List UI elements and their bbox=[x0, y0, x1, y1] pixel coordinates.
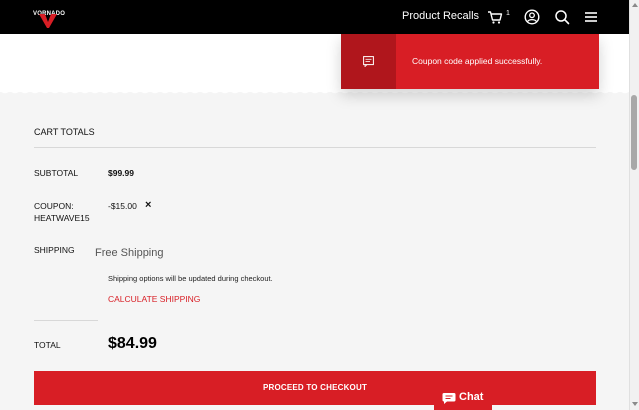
total-label: TOTAL bbox=[34, 340, 61, 350]
site-header: VORNADO Product Recalls 1 bbox=[0, 0, 629, 34]
coupon-code: HEATWAVE15 bbox=[34, 213, 90, 223]
page-scrollbar[interactable] bbox=[629, 0, 639, 410]
cart-totals-divider bbox=[34, 147, 596, 148]
cart-icon[interactable] bbox=[487, 9, 503, 25]
coupon-toast: Coupon code applied successfully. bbox=[341, 34, 599, 89]
chat-button[interactable]: Chat bbox=[434, 386, 492, 410]
shipping-method: Free Shipping bbox=[95, 247, 164, 259]
scroll-up-arrow-icon[interactable] bbox=[632, 3, 638, 7]
logo-v-mark bbox=[39, 14, 57, 28]
remove-coupon-button[interactable]: × bbox=[145, 200, 151, 211]
menu-icon[interactable] bbox=[583, 9, 599, 25]
subtotal-value: $99.99 bbox=[108, 168, 134, 178]
checkout-button-label: PROCEED TO CHECKOUT bbox=[262, 383, 368, 392]
vornado-logo[interactable]: VORNADO bbox=[33, 8, 65, 28]
shipping-label: SHIPPING bbox=[34, 245, 75, 255]
cart-totals-title: CART TOTALS bbox=[34, 127, 95, 137]
chat-bubble-icon bbox=[442, 393, 456, 404]
search-icon[interactable] bbox=[554, 9, 570, 25]
account-icon[interactable] bbox=[524, 9, 540, 25]
scalloped-divider bbox=[0, 88, 629, 97]
subtotal-label: SUBTOTAL bbox=[34, 168, 79, 178]
coupon-label: COUPON: bbox=[34, 201, 74, 211]
coupon-discount-value: -$15.00 bbox=[108, 201, 137, 211]
toast-message: Coupon code applied successfully. bbox=[412, 56, 543, 66]
message-icon bbox=[363, 56, 374, 67]
shipping-note: Shipping options will be updated during … bbox=[108, 274, 273, 283]
chat-label: Chat bbox=[459, 391, 484, 403]
calculate-shipping-link[interactable]: CALCULATE SHIPPING bbox=[108, 294, 200, 304]
proceed-to-checkout-button[interactable]: PROCEED TO CHECKOUT bbox=[34, 371, 596, 405]
total-value: $84.99 bbox=[108, 335, 157, 352]
cart-count-badge: 1 bbox=[506, 10, 510, 17]
total-divider bbox=[34, 320, 98, 321]
scroll-thumb[interactable] bbox=[631, 95, 637, 170]
product-recalls-link[interactable]: Product Recalls bbox=[402, 10, 479, 22]
scroll-down-arrow-icon[interactable] bbox=[632, 402, 638, 406]
toast-icon-box bbox=[341, 34, 396, 89]
